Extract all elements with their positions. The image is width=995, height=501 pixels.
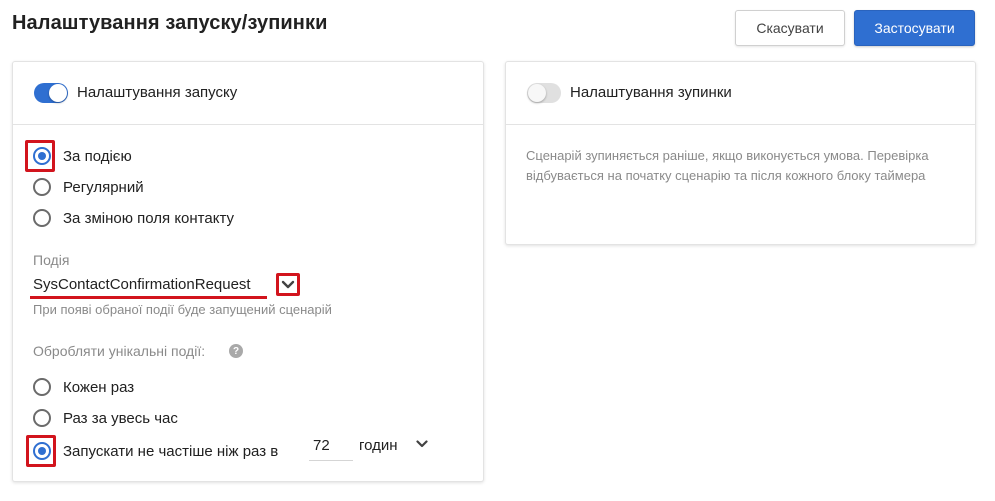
trigger-option-contact-field[interactable]: За зміною поля контакту [33,206,234,230]
radio-once-ever[interactable] [33,409,51,427]
start-settings-toggle[interactable] [34,83,68,103]
apply-button[interactable]: Застосувати [854,10,975,46]
stop-settings-title: Налаштування зупинки [570,84,732,101]
page-title: Налаштування запуску/зупинки [12,12,328,34]
radio-regular[interactable] [33,178,51,196]
hours-input[interactable] [309,431,353,461]
unique-events-label: Обробляти унікальні події: [33,343,206,359]
start-settings-card: Налаштування запуску За подією Регулярни… [12,61,484,482]
radio-every-time[interactable] [33,378,51,396]
stop-settings-description: Сценарій зупиняється раніше, якщо викону… [526,148,929,183]
highlight-box [26,435,56,467]
stop-settings-card: Налаштування зупинки Сценарій зупиняєтьс… [505,61,976,245]
unique-option-every-time[interactable]: Кожен раз [33,375,134,399]
unique-option-once-ever[interactable]: Раз за увесь час [33,406,178,430]
radio-label: Кожен раз [63,378,135,396]
help-icon[interactable]: ? [229,344,243,358]
radio-contact-field[interactable] [33,209,51,227]
highlight-box [25,140,55,172]
trigger-option-regular[interactable]: Регулярний [33,175,144,199]
unique-option-not-more-often[interactable]: Запускати не частіше ніж раз в [33,439,278,463]
radio-label: Регулярний [63,178,144,196]
chevron-down-icon [416,440,428,448]
highlight-box [276,273,300,296]
event-field-label: Подія [33,252,70,268]
unit-dropdown-toggle[interactable] [413,436,431,452]
stop-settings-toggle[interactable] [527,83,561,103]
event-hint: При появі обраної події буде запущений с… [33,302,332,317]
radio-label: За подією [63,147,132,165]
radio-label: За зміною поля контакту [63,209,234,227]
start-settings-header: Налаштування запуску [13,62,483,125]
event-underline-highlight [30,296,267,299]
radio-label: Запускати не частіше ніж раз в [63,442,279,460]
event-select-value[interactable]: SysContactConfirmationRequest [33,276,251,293]
start-settings-title: Налаштування запуску [77,84,238,101]
cancel-button[interactable]: Скасувати [735,10,845,46]
stop-settings-header: Налаштування зупинки [506,62,975,125]
radio-label: Раз за увесь час [63,409,178,427]
unit-select-value[interactable]: годин [359,437,398,454]
